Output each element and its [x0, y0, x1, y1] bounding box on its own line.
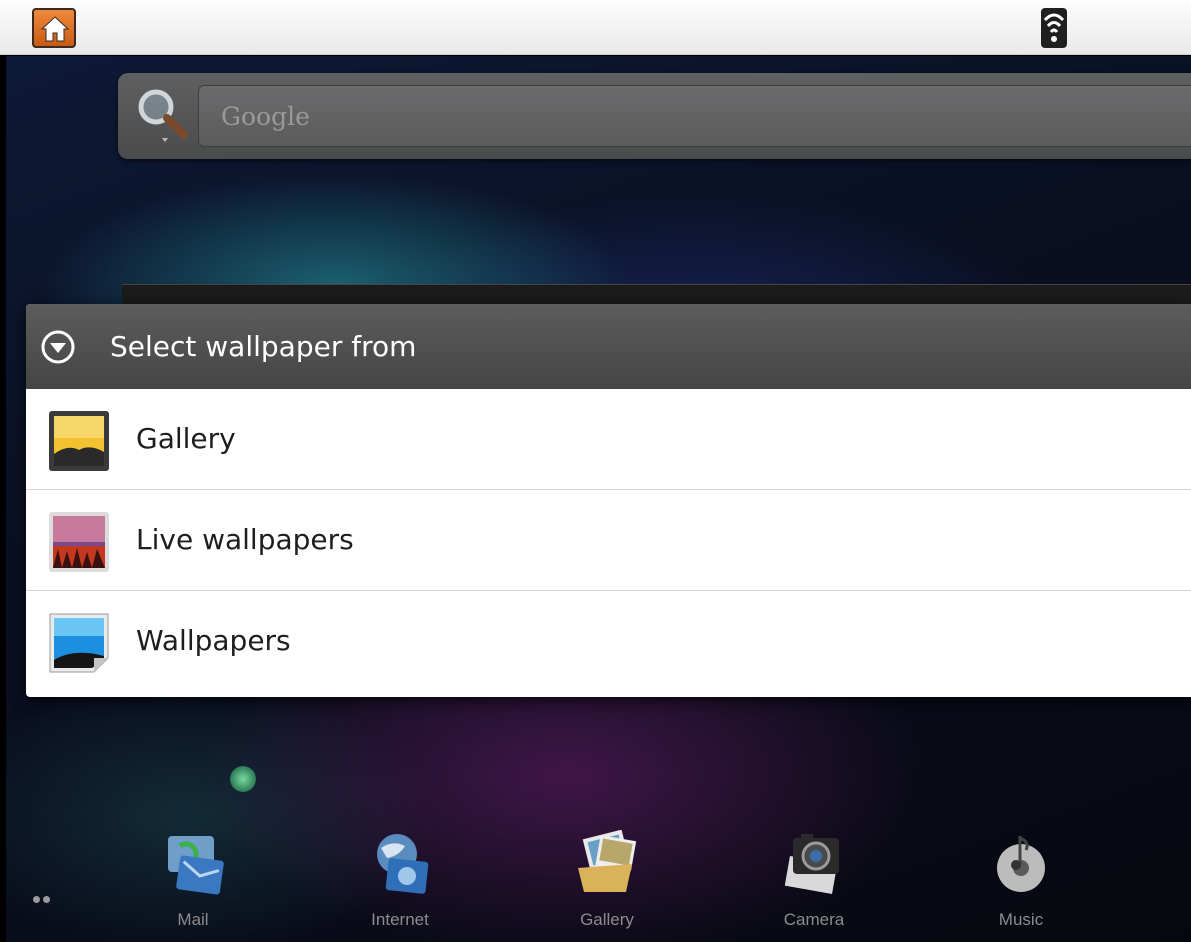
wallpaper-glow-dot	[230, 766, 256, 792]
dock-label: Internet	[371, 910, 429, 929]
dock-item-mail[interactable]: Mail	[133, 830, 253, 930]
dock-item-internet[interactable]: Internet	[340, 830, 460, 930]
dock-label: Camera	[783, 910, 845, 929]
wallpaper-source-list: Gallery Live wallpapers Wallpapers	[26, 389, 1191, 697]
wifi-signal-icon	[1041, 8, 1067, 48]
mail-icon	[168, 836, 224, 895]
music-icon	[997, 836, 1045, 892]
google-search-widget[interactable]: Google	[118, 73, 1191, 159]
option-label: Wallpapers	[136, 624, 291, 657]
dock-item-gallery[interactable]: Gallery	[547, 830, 667, 930]
dialog-title: Select wallpaper from	[110, 330, 417, 363]
all-apps-dots[interactable]	[33, 888, 53, 907]
search-icon[interactable]	[132, 83, 192, 145]
dock-label: Music	[998, 910, 1044, 929]
dock-label: Mail	[177, 910, 209, 929]
search-input[interactable]: Google	[198, 85, 1191, 147]
wallpapers-icon	[49, 613, 109, 673]
option-wallpapers[interactable]: Wallpapers	[26, 591, 1191, 697]
search-placeholder: Google	[221, 102, 310, 131]
live-wallpapers-icon	[49, 512, 109, 572]
select-wallpaper-dialog: Select wallpaper from Gallery Live wallp…	[26, 304, 1191, 697]
gallery-icon	[49, 411, 109, 471]
option-label: Live wallpapers	[136, 523, 354, 556]
gallery-app-icon	[578, 830, 637, 892]
option-label: Gallery	[136, 422, 236, 455]
dock-item-camera[interactable]: Camera	[754, 830, 874, 930]
camera-icon	[784, 834, 839, 894]
home-icon[interactable]	[32, 8, 76, 48]
internet-icon	[377, 834, 429, 894]
dock-label: Gallery	[580, 910, 634, 929]
option-live-wallpapers[interactable]: Live wallpapers	[26, 490, 1191, 591]
dock-item-music[interactable]: Music	[961, 830, 1081, 930]
status-bar	[0, 0, 1191, 55]
chevron-down-circle-icon	[41, 330, 75, 364]
dialog-header: Select wallpaper from	[26, 304, 1191, 389]
option-gallery[interactable]: Gallery	[26, 389, 1191, 490]
